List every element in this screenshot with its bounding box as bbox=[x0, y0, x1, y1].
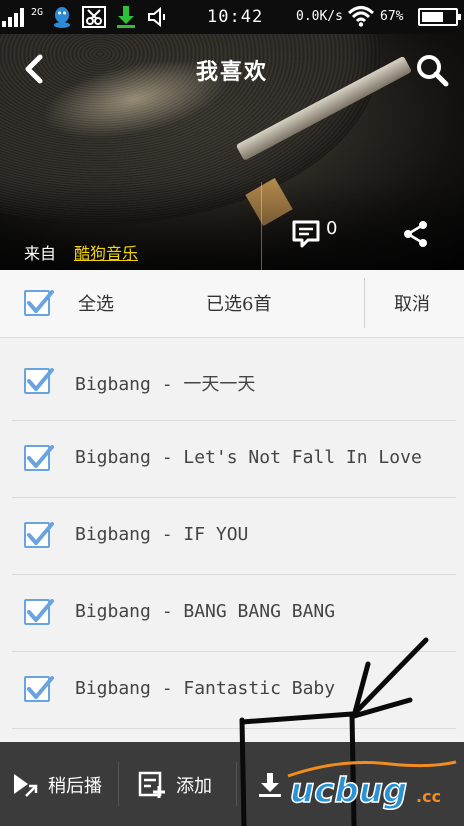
ucbug-watermark-logo: ucbug .cc bbox=[287, 760, 457, 812]
song-row[interactable]: Bigbang - Let's Not Fall In Love bbox=[12, 421, 456, 498]
song-checkbox[interactable] bbox=[24, 522, 54, 548]
song-checkbox[interactable] bbox=[24, 599, 54, 625]
select-all-checkbox[interactable] bbox=[24, 290, 54, 316]
song-title: Bigbang - IF YOU bbox=[75, 524, 249, 545]
song-row[interactable]: Bigbang - 一天一天 bbox=[12, 344, 456, 421]
playlist-header: 我喜欢 来自 酷狗音乐 0 bbox=[0, 34, 464, 270]
add-button[interactable]: 添加 bbox=[138, 768, 212, 802]
selection-bar: 全选 已选6首 取消 bbox=[0, 270, 464, 338]
search-icon bbox=[417, 55, 449, 87]
share-button[interactable] bbox=[402, 220, 430, 250]
checkmark-icon bbox=[27, 290, 54, 313]
selected-count: 已选6首 bbox=[206, 294, 272, 315]
cancel-button[interactable]: 取消 bbox=[394, 290, 430, 316]
source-label: 来自 bbox=[24, 244, 57, 263]
page-title: 我喜欢 bbox=[195, 59, 268, 85]
banner-shade bbox=[0, 180, 464, 270]
wifi-icon bbox=[347, 5, 375, 31]
add-to-list-icon bbox=[138, 771, 165, 798]
divider bbox=[364, 278, 365, 328]
battery-percent: 67% bbox=[380, 9, 404, 24]
checkmark-icon bbox=[27, 676, 54, 699]
song-checkbox[interactable] bbox=[24, 368, 54, 394]
song-row[interactable]: Bigbang - Fantastic Baby bbox=[12, 652, 456, 729]
share-icon bbox=[404, 221, 427, 247]
signal-icon bbox=[2, 7, 24, 27]
song-title: Bigbang - BANG BANG BANG bbox=[75, 601, 336, 622]
toolbar-divider bbox=[236, 762, 237, 806]
toolbar-divider bbox=[118, 762, 119, 806]
song-title: Bigbang - Let's Not Fall In Love bbox=[75, 447, 422, 468]
status-bar: 2G 10:42 0.0K/s 67% bbox=[0, 0, 464, 34]
network-speed: 0.0K/s bbox=[296, 9, 343, 24]
song-title: Bigbang - 一天一天 bbox=[75, 374, 256, 395]
play-later-button[interactable]: 稍后播 bbox=[12, 768, 102, 802]
clock: 10:42 bbox=[207, 7, 264, 27]
song-checkbox[interactable] bbox=[24, 445, 54, 471]
song-row[interactable]: Bigbang - BANG BANG BANG bbox=[12, 575, 456, 652]
battery-icon bbox=[418, 8, 461, 26]
play-later-label: 稍后播 bbox=[48, 776, 102, 797]
source-link[interactable]: 酷狗音乐 bbox=[74, 240, 138, 264]
song-list: Bigbang - 一天一天 Bigbang - Let's Not Fall … bbox=[0, 344, 464, 729]
network-type: 2G bbox=[31, 7, 44, 18]
comment-count: 0 bbox=[326, 218, 338, 239]
search-button[interactable] bbox=[414, 52, 450, 88]
volume-icon bbox=[145, 5, 171, 29]
song-row[interactable]: Bigbang - IF YOU bbox=[12, 498, 456, 575]
song-title: Bigbang - Fantastic Baby bbox=[75, 678, 336, 699]
checkmark-icon bbox=[27, 368, 54, 391]
battery-fill bbox=[422, 12, 443, 22]
download-icon bbox=[113, 5, 139, 29]
comment-button[interactable]: 0 bbox=[292, 218, 344, 250]
select-all-label[interactable]: 全选 bbox=[78, 290, 114, 316]
checkmark-icon bbox=[27, 599, 54, 622]
qq-icon bbox=[49, 5, 75, 29]
svg-text:.cc: .cc bbox=[416, 787, 441, 806]
add-label: 添加 bbox=[176, 776, 212, 797]
banner-divider bbox=[261, 182, 262, 270]
song-checkbox[interactable] bbox=[24, 676, 54, 702]
svg-text:ucbug: ucbug bbox=[290, 771, 407, 811]
scissors-icon bbox=[81, 5, 107, 29]
play-next-icon bbox=[14, 774, 38, 797]
checkmark-icon bbox=[27, 522, 54, 545]
comment-icon bbox=[292, 220, 320, 248]
checkmark-icon bbox=[27, 445, 54, 468]
